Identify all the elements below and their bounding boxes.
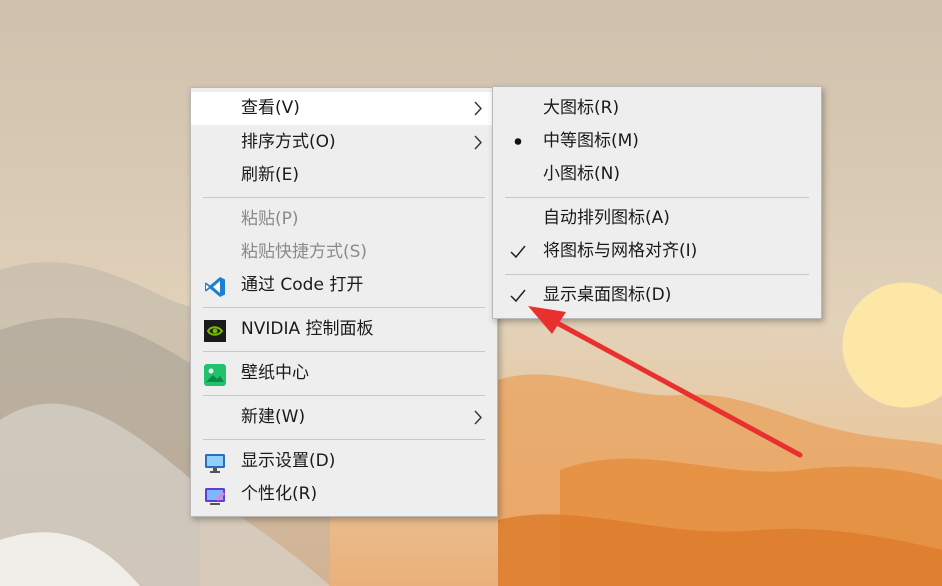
menu-item-open-with-code-label: 通过 Code 打开 xyxy=(241,275,364,295)
menu-item-paste-label: 粘贴(P) xyxy=(241,209,299,229)
menu-item-new[interactable]: 新建(W) xyxy=(191,401,497,434)
menu-separator xyxy=(203,439,485,440)
checkmark-icon xyxy=(507,279,529,324)
menu-item-open-with-code[interactable]: 通过 Code 打开 xyxy=(191,269,497,302)
submenu-item-auto-arrange-label: 自动排列图标(A) xyxy=(543,208,670,228)
submenu-item-large-icons[interactable]: 大图标(R) xyxy=(493,92,821,125)
monitor-icon xyxy=(204,452,226,473)
menu-separator xyxy=(203,197,485,198)
menu-separator xyxy=(203,307,485,308)
desktop-context-menu: 查看(V) 排序方式(O) 刷新(E) 粘贴(P) 粘贴快捷方式(S) 通过 C… xyxy=(190,87,498,517)
submenu-item-show-desktop-icons-label: 显示桌面图标(D) xyxy=(543,285,672,305)
menu-item-sort-by-label: 排序方式(O) xyxy=(241,132,336,152)
submenu-item-medium-icons-label: 中等图标(M) xyxy=(543,131,639,151)
submenu-item-small-icons-label: 小图标(N) xyxy=(543,164,620,184)
menu-item-display-settings[interactable]: 显示设置(D) xyxy=(191,445,497,478)
menu-item-refresh[interactable]: 刷新(E) xyxy=(191,159,497,192)
menu-item-nvidia-control-panel-label: NVIDIA 控制面板 xyxy=(241,319,374,339)
vscode-icon xyxy=(204,276,226,297)
submenu-item-align-to-grid-label: 将图标与网格对齐(I) xyxy=(543,241,698,261)
wallpaper-icon xyxy=(204,364,226,386)
menu-item-personalize-label: 个性化(R) xyxy=(241,484,318,504)
menu-item-view-label: 查看(V) xyxy=(241,98,300,118)
nvidia-icon xyxy=(204,320,226,342)
menu-item-wallpaper-center[interactable]: 壁纸中心 xyxy=(191,357,497,390)
personalize-icon xyxy=(204,485,226,505)
submenu-item-medium-icons[interactable]: 中等图标(M) xyxy=(493,125,821,158)
menu-item-paste[interactable]: 粘贴(P) xyxy=(191,203,497,236)
menu-item-paste-shortcut-label: 粘贴快捷方式(S) xyxy=(241,242,368,262)
menu-separator xyxy=(203,395,485,396)
submenu-item-align-to-grid[interactable]: 将图标与网格对齐(I) xyxy=(493,235,821,268)
menu-item-refresh-label: 刷新(E) xyxy=(241,165,300,185)
view-submenu: 大图标(R) 中等图标(M) 小图标(N) 自动排列图标(A) 将图标与网格对齐… xyxy=(492,86,822,319)
menu-item-nvidia-control-panel[interactable]: NVIDIA 控制面板 xyxy=(191,313,497,346)
submenu-item-show-desktop-icons[interactable]: 显示桌面图标(D) xyxy=(493,279,821,312)
menu-item-sort-by[interactable]: 排序方式(O) xyxy=(191,126,497,159)
menu-separator xyxy=(505,197,809,198)
menu-item-paste-shortcut[interactable]: 粘贴快捷方式(S) xyxy=(191,236,497,269)
menu-separator xyxy=(505,274,809,275)
menu-item-personalize[interactable]: 个性化(R) xyxy=(191,478,497,511)
menu-item-new-label: 新建(W) xyxy=(241,407,306,427)
submenu-item-small-icons[interactable]: 小图标(N) xyxy=(493,158,821,191)
menu-item-display-settings-label: 显示设置(D) xyxy=(241,451,336,471)
menu-item-wallpaper-center-label: 壁纸中心 xyxy=(241,363,309,383)
submenu-item-large-icons-label: 大图标(R) xyxy=(543,98,620,118)
submenu-item-auto-arrange[interactable]: 自动排列图标(A) xyxy=(493,202,821,235)
menu-item-view[interactable]: 查看(V) xyxy=(191,92,497,125)
menu-separator xyxy=(203,351,485,352)
